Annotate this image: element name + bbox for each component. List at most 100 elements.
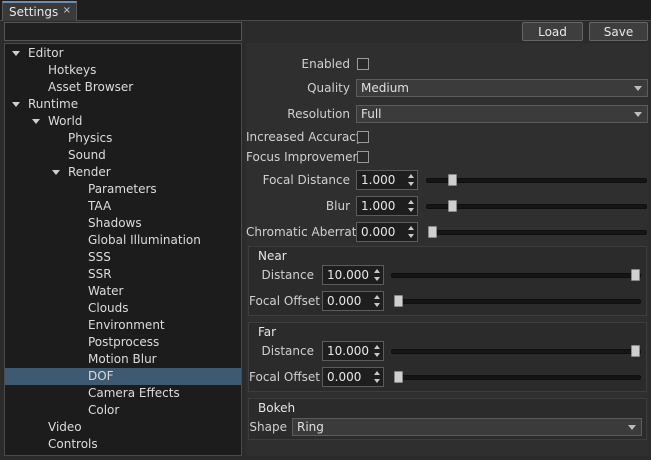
blur-label: Blur <box>325 199 350 213</box>
far-offset-slider[interactable] <box>394 375 641 380</box>
chromatic-label: Chromatic Aberration <box>246 225 375 239</box>
blur-slider[interactable] <box>426 204 647 209</box>
enabled-label: Enabled <box>301 57 351 71</box>
far-offset-input[interactable]: 0.000 <box>322 367 384 387</box>
tree-item[interactable]: SSS <box>5 249 241 266</box>
tree-item[interactable]: Water <box>5 283 241 300</box>
tree-item-label: Hotkeys <box>48 63 97 77</box>
close-icon[interactable]: × <box>63 5 71 16</box>
far-offset-value: 0.000 <box>327 370 362 384</box>
near-offset-input[interactable]: 0.000 <box>322 291 384 311</box>
tree-item-label: Render <box>68 165 111 179</box>
quality-dropdown[interactable]: Medium <box>356 79 648 97</box>
tree-item[interactable]: SSR <box>5 266 241 283</box>
tree-item[interactable]: Hotkeys <box>5 62 241 79</box>
tree-item-label: Sound <box>68 148 106 162</box>
tree-item-label: Video <box>48 420 82 434</box>
chevron-down-icon <box>628 425 636 430</box>
slider-handle[interactable] <box>631 345 640 357</box>
near-offset-slider[interactable] <box>394 299 641 304</box>
slider-handle[interactable] <box>448 200 457 212</box>
spin-down-icon[interactable] <box>374 303 380 307</box>
slider-handle[interactable] <box>394 371 403 383</box>
slider-handle[interactable] <box>448 174 457 186</box>
blur-value: 1.000 <box>361 199 396 213</box>
spin-down-icon[interactable] <box>408 182 414 186</box>
tree-item[interactable]: Camera Effects <box>5 385 241 402</box>
spin-up-icon[interactable] <box>374 345 380 349</box>
tree-item[interactable]: Runtime <box>5 96 241 113</box>
tree-item[interactable]: TAA <box>5 198 241 215</box>
tree-item[interactable]: Video <box>5 419 241 436</box>
focal-distance-input[interactable]: 1.000 <box>356 170 418 190</box>
chromatic-input[interactable]: 0.000 <box>356 222 418 242</box>
tree-item[interactable]: World <box>5 113 241 130</box>
expand-arrow-icon[interactable] <box>12 102 20 107</box>
resolution-dropdown[interactable]: Full <box>356 105 648 123</box>
blur-input[interactable]: 1.000 <box>356 196 418 216</box>
tree-item[interactable]: Editor <box>5 45 241 62</box>
shape-dropdown[interactable]: Ring <box>292 418 642 436</box>
enabled-checkbox[interactable] <box>357 58 369 70</box>
tree-item-label: SSR <box>88 267 112 281</box>
spin-up-icon[interactable] <box>374 269 380 273</box>
search-input[interactable] <box>4 22 242 41</box>
spin-up-icon[interactable] <box>408 200 414 204</box>
far-distance-input[interactable]: 10.000 <box>322 341 384 361</box>
tree-item[interactable]: Render <box>5 164 241 181</box>
spin-down-icon[interactable] <box>374 277 380 281</box>
expand-arrow-icon[interactable] <box>12 51 20 56</box>
load-button[interactable]: Load <box>522 22 583 41</box>
resolution-value: Full <box>361 107 382 121</box>
focal-distance-slider[interactable] <box>426 178 647 183</box>
resolution-label: Resolution <box>287 107 350 121</box>
focus-checkbox[interactable] <box>357 151 369 163</box>
tree-item[interactable]: Color <box>5 402 241 419</box>
spin-up-icon[interactable] <box>408 174 414 178</box>
spin-down-icon[interactable] <box>374 353 380 357</box>
bokeh-title: Bokeh <box>258 401 296 415</box>
near-offset-label: Focal Offset <box>249 294 320 308</box>
tree-item[interactable]: Clouds <box>5 300 241 317</box>
tree-item[interactable]: Asset Browser <box>5 79 241 96</box>
slider-handle[interactable] <box>428 226 437 238</box>
tree-item[interactable]: Postprocess <box>5 334 241 351</box>
quality-label: Quality <box>307 81 350 95</box>
spin-down-icon[interactable] <box>408 208 414 212</box>
spin-down-icon[interactable] <box>374 379 380 383</box>
tree-item[interactable]: Parameters <box>5 181 241 198</box>
accuracy-checkbox[interactable] <box>357 131 369 143</box>
tree-item[interactable]: Motion Blur <box>5 351 241 368</box>
tree-item[interactable]: Physics <box>5 130 241 147</box>
focal-distance-label: Focal Distance <box>262 173 350 187</box>
tree-item-label: Water <box>88 284 124 298</box>
focus-label: Focus Improvement <box>246 150 365 164</box>
slider-handle[interactable] <box>631 269 640 281</box>
shape-label: Shape <box>249 420 287 434</box>
tree-item[interactable]: Environment <box>5 317 241 334</box>
save-button[interactable]: Save <box>589 22 648 41</box>
spin-up-icon[interactable] <box>374 371 380 375</box>
near-offset-value: 0.000 <box>327 294 362 308</box>
tree-item[interactable]: DOF <box>5 368 241 385</box>
expand-arrow-icon[interactable] <box>52 170 60 175</box>
tree-item-label: SSS <box>88 250 111 264</box>
tree-item[interactable]: Sound <box>5 147 241 164</box>
spin-down-icon[interactable] <box>408 234 414 238</box>
spin-up-icon[interactable] <box>408 226 414 230</box>
expand-arrow-icon[interactable] <box>32 119 40 124</box>
near-distance-input[interactable]: 10.000 <box>322 265 384 285</box>
tab-settings[interactable]: Settings × <box>2 1 77 21</box>
tree-item-label: TAA <box>88 199 112 213</box>
tree-item-label: DOF <box>88 369 114 383</box>
chromatic-slider[interactable] <box>428 230 647 235</box>
tree-item-label: Controls <box>48 437 98 451</box>
tree-item-label: Motion Blur <box>88 352 157 366</box>
tree-item[interactable]: Controls <box>5 436 241 453</box>
slider-handle[interactable] <box>394 295 403 307</box>
far-distance-slider[interactable] <box>391 349 641 354</box>
tree-item[interactable]: Shadows <box>5 215 241 232</box>
spin-up-icon[interactable] <box>374 295 380 299</box>
tree-item[interactable]: Global Illumination <box>5 232 241 249</box>
near-distance-slider[interactable] <box>391 273 641 278</box>
